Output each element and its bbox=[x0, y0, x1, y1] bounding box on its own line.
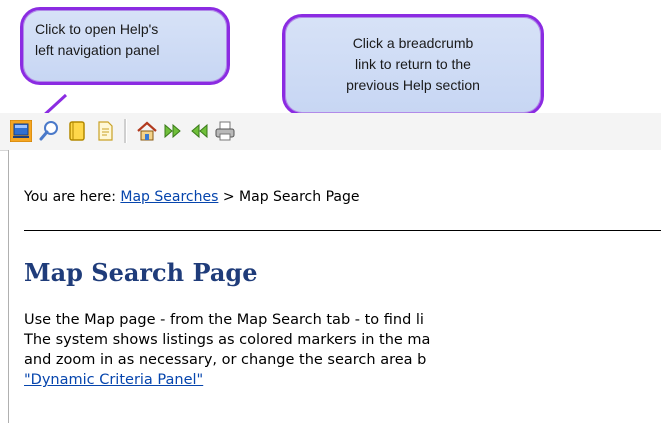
callout-breadcrumb-line3: previous Help section bbox=[346, 77, 480, 93]
breadcrumb-current: Map Search Page bbox=[239, 189, 360, 205]
dynamic-criteria-panel-link[interactable]: "Dynamic Criteria Panel" bbox=[24, 372, 203, 388]
body-line-3: and zoom in as necessary, or change the … bbox=[24, 352, 427, 368]
body-line-1: Use the Map page - from the Map Search t… bbox=[24, 312, 424, 328]
callout-breadcrumb-line2: link to return to the bbox=[355, 56, 471, 72]
print-icon[interactable] bbox=[214, 120, 236, 142]
page-body: Use the Map page - from the Map Search t… bbox=[24, 310, 430, 390]
breadcrumb-link-map-searches[interactable]: Map Searches bbox=[120, 189, 218, 205]
body-line-2: The system shows listings as colored mar… bbox=[24, 332, 431, 348]
breadcrumb: You are here: Map Searches > Map Search … bbox=[24, 189, 359, 205]
breadcrumb-prefix: You are here: bbox=[24, 189, 121, 205]
breadcrumb-separator: > bbox=[218, 189, 240, 205]
next-icon[interactable] bbox=[162, 120, 184, 142]
toolbar-separator bbox=[124, 119, 127, 143]
home-icon[interactable] bbox=[136, 120, 158, 142]
help-content-pane: You are here: Map Searches > Map Search … bbox=[8, 150, 661, 423]
navigation-panel-icon[interactable] bbox=[9, 119, 33, 143]
search-icon[interactable] bbox=[38, 120, 60, 142]
callout-nav-line1: Click to open Help's bbox=[35, 21, 159, 37]
page-title: Map Search Page bbox=[24, 258, 258, 287]
callout-breadcrumb: Click a breadcrumb link to return to the… bbox=[282, 14, 544, 116]
page-icon[interactable] bbox=[94, 120, 116, 142]
help-toolbar bbox=[0, 113, 661, 151]
callout-nav-panel: Click to open Help's left navigation pan… bbox=[20, 7, 230, 85]
previous-icon[interactable] bbox=[188, 120, 210, 142]
divider bbox=[24, 230, 661, 231]
index-icon[interactable] bbox=[66, 120, 88, 142]
callout-nav-line2: left navigation panel bbox=[35, 42, 160, 58]
callout-breadcrumb-line1: Click a breadcrumb bbox=[352, 35, 474, 51]
